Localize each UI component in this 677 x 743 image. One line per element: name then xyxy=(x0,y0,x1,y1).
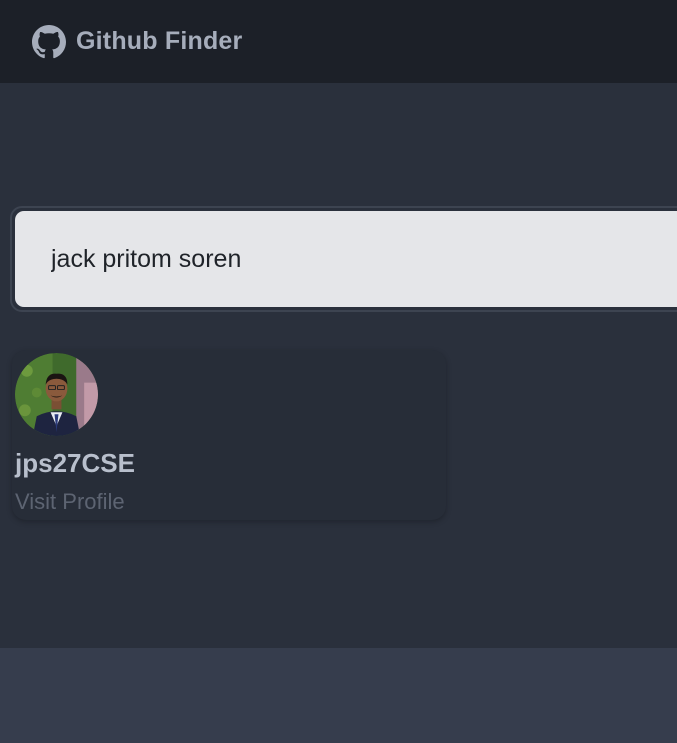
github-icon xyxy=(32,24,66,58)
footer xyxy=(0,648,677,743)
avatar[interactable] xyxy=(15,353,98,436)
visit-profile-link[interactable]: Visit Profile xyxy=(15,489,125,515)
search-form xyxy=(10,206,677,312)
search-input[interactable] xyxy=(15,211,677,307)
main-content: jps27CSE Visit Profile xyxy=(0,83,677,648)
app-title: Github Finder xyxy=(76,27,243,55)
username: jps27CSE xyxy=(15,448,135,478)
brand[interactable]: Github Finder xyxy=(32,24,243,59)
user-card: jps27CSE Visit Profile xyxy=(12,350,446,520)
navbar: Github Finder xyxy=(0,0,677,83)
